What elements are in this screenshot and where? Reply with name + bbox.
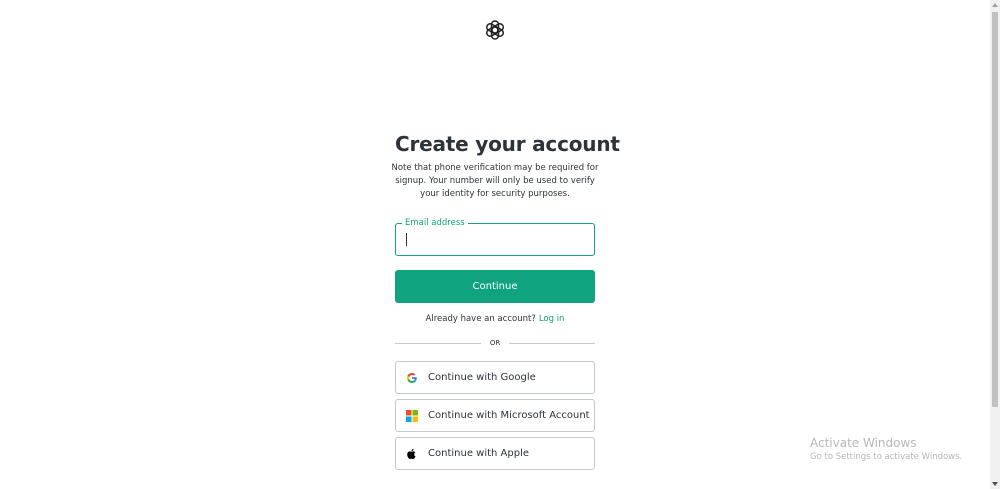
apple-button-label: Continue with Apple xyxy=(428,448,530,459)
divider-line-left xyxy=(395,342,481,344)
scroll-up-arrow-icon[interactable] xyxy=(992,3,998,7)
vertical-scrollbar[interactable] xyxy=(990,0,1000,489)
watermark-title: Activate Windows xyxy=(810,436,917,450)
continue-with-microsoft-button[interactable]: Continue with Microsoft Account xyxy=(395,399,595,432)
microsoft-icon xyxy=(406,409,418,422)
continue-with-apple-button[interactable]: Continue with Apple xyxy=(395,437,595,470)
verification-note: Note that phone verification may be requ… xyxy=(391,163,599,199)
divider-line-right xyxy=(509,342,595,344)
google-button-label: Continue with Google xyxy=(428,372,536,383)
login-prompt-row: Already have an account? Log in xyxy=(395,314,595,325)
continue-with-google-button[interactable]: Continue with Google xyxy=(395,361,595,394)
email-field[interactable]: Email address xyxy=(395,218,595,256)
signup-form: Create your account Note that phone veri… xyxy=(392,132,620,470)
email-field-label: Email address xyxy=(402,218,468,229)
or-divider: OR xyxy=(395,339,595,347)
google-icon xyxy=(406,372,418,384)
activate-windows-watermark: Activate Windows Go to Settings to activ… xyxy=(810,436,962,463)
viewport: Create your account Note that phone veri… xyxy=(0,0,1000,489)
microsoft-button-label: Continue with Microsoft Account xyxy=(428,410,590,421)
apple-icon xyxy=(406,448,418,460)
email-input[interactable] xyxy=(405,232,585,248)
openai-logo-icon xyxy=(484,19,506,41)
page-title: Create your account xyxy=(395,132,620,156)
login-link[interactable]: Log in xyxy=(539,314,565,324)
text-caret xyxy=(406,233,407,246)
login-prompt-text: Already have an account? xyxy=(425,314,536,324)
scroll-down-arrow-icon[interactable] xyxy=(992,482,998,486)
scrollbar-thumb[interactable] xyxy=(992,12,998,407)
watermark-subtitle: Go to Settings to activate Windows. xyxy=(810,452,963,462)
divider-text: OR xyxy=(489,339,501,347)
continue-button[interactable]: Continue xyxy=(395,270,595,303)
